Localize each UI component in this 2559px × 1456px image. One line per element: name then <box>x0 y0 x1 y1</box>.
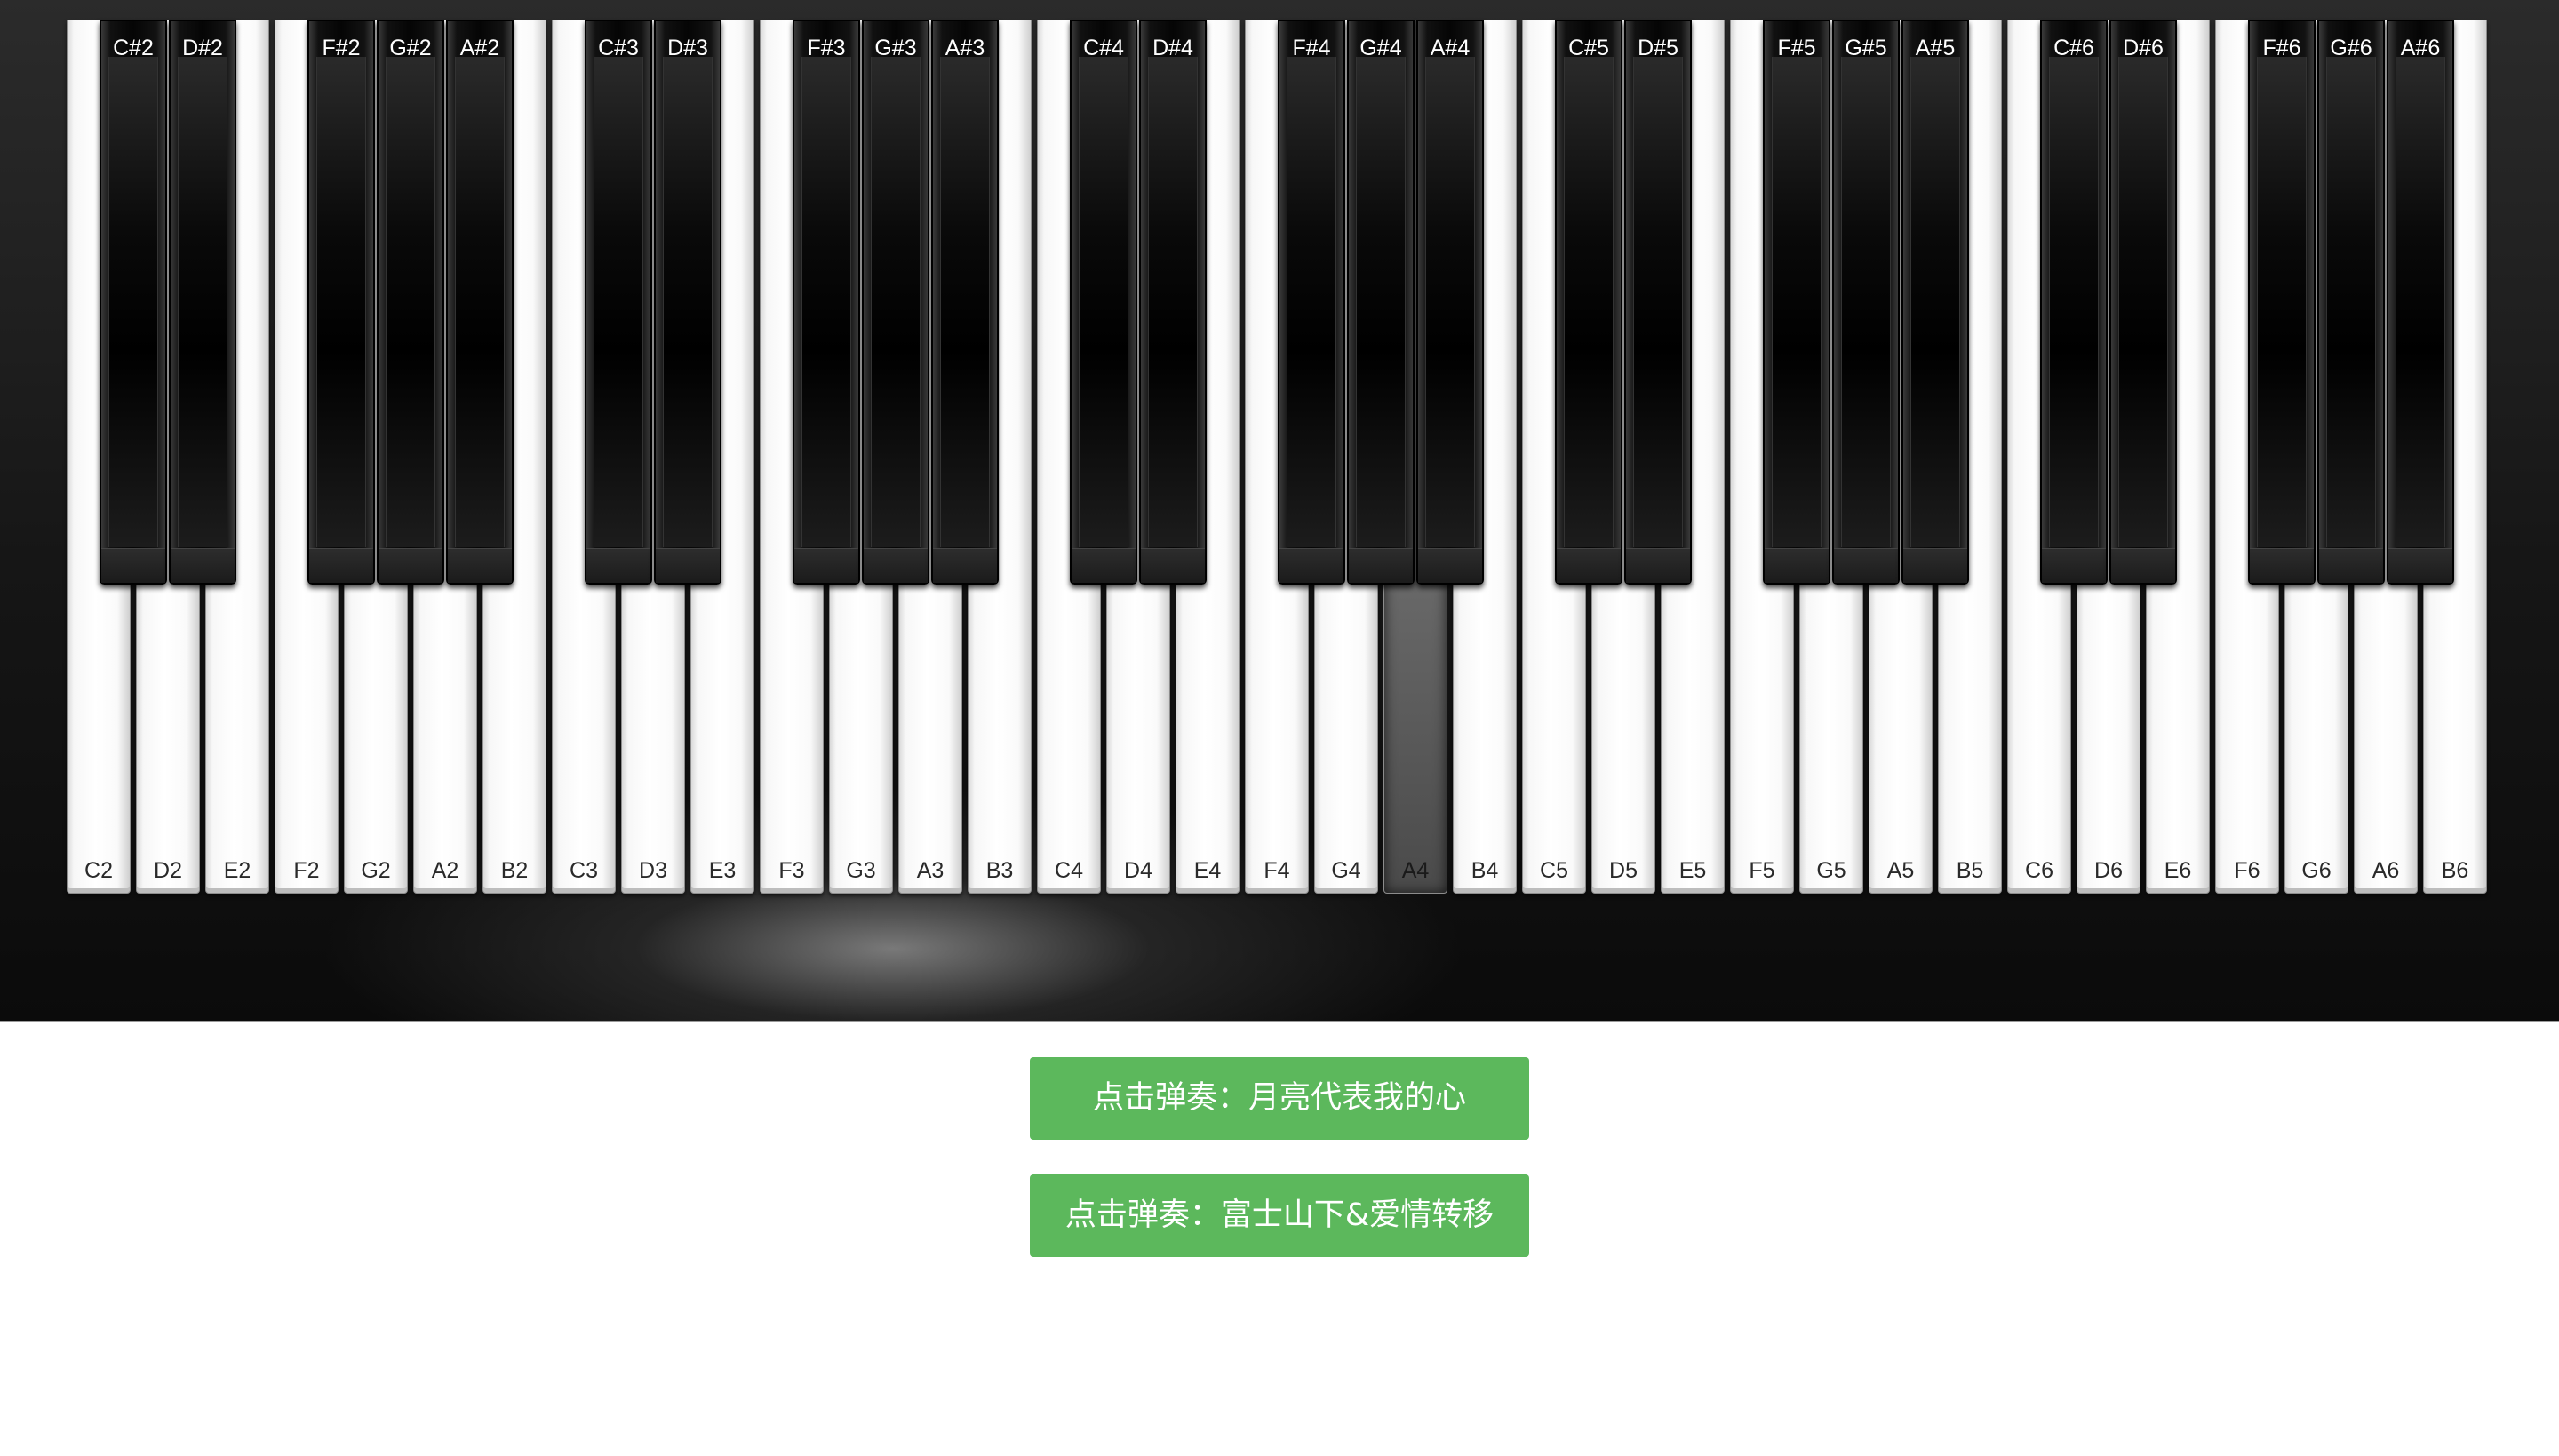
black-key-label: C#6 <box>2053 36 2094 60</box>
black-key-csharp5[interactable]: C#5 <box>1555 20 1622 585</box>
piano-body: C2 D2 E2 F2 G2 A2 B2 C3 D3 E3 F3 G3 A3 B3 C4 D4 E4 F4 G4 A4… <box>0 0 2559 1022</box>
white-key-label: G2 <box>361 858 391 883</box>
white-key-label: C5 <box>1540 858 1568 883</box>
white-key-label: B5 <box>1956 858 1984 883</box>
white-key-label: A3 <box>916 858 945 883</box>
black-key-label: A#6 <box>2400 36 2441 60</box>
white-key-label: E5 <box>1678 858 1707 883</box>
black-key-asharp6[interactable]: A#6 <box>2387 20 2454 585</box>
black-key-asharp5[interactable]: A#5 <box>1901 20 1969 585</box>
black-key-label: C#2 <box>113 36 154 60</box>
black-key-label: C#4 <box>1083 36 1124 60</box>
white-key-label: D5 <box>1609 858 1638 883</box>
black-key-label: F#4 <box>1292 36 1331 60</box>
white-key-label: C3 <box>570 858 598 883</box>
black-key-label: F#2 <box>322 36 361 60</box>
black-key-label: D#4 <box>1152 36 1193 60</box>
black-key-label: A#3 <box>945 36 985 60</box>
black-key-label: A#5 <box>1915 36 1956 60</box>
black-key-label: A#4 <box>1430 36 1471 60</box>
white-key-label: D4 <box>1124 858 1152 883</box>
white-key-label: D6 <box>2094 858 2123 883</box>
white-key-label: G6 <box>2301 858 2332 883</box>
white-key-label: F5 <box>1749 858 1775 883</box>
black-key-fsharp3[interactable]: F#3 <box>793 20 860 585</box>
black-key-fsharp6[interactable]: F#6 <box>2248 20 2316 585</box>
white-key-label: C2 <box>84 858 113 883</box>
white-key-label: A2 <box>431 858 459 883</box>
black-key-label: F#6 <box>2262 36 2301 60</box>
white-key-label: G3 <box>846 858 876 883</box>
black-key-label: F#3 <box>807 36 846 60</box>
black-key-gsharp3[interactable]: G#3 <box>862 20 929 585</box>
black-key-dsharp5[interactable]: D#5 <box>1624 20 1692 585</box>
black-key-gsharp4[interactable]: G#4 <box>1347 20 1415 585</box>
black-key-asharp4[interactable]: A#4 <box>1416 20 1484 585</box>
black-key-label: G#3 <box>874 36 917 60</box>
white-key-label: G4 <box>1331 858 1361 883</box>
black-key-fsharp4[interactable]: F#4 <box>1278 20 1345 585</box>
black-key-dsharp4[interactable]: D#4 <box>1139 20 1207 585</box>
black-key-asharp3[interactable]: A#3 <box>931 20 999 585</box>
black-key-label: D#6 <box>2123 36 2164 60</box>
black-key-label: D#5 <box>1638 36 1678 60</box>
black-key-csharp6[interactable]: C#6 <box>2040 20 2108 585</box>
black-key-csharp3[interactable]: C#3 <box>585 20 652 585</box>
black-key-label: C#5 <box>1568 36 1609 60</box>
black-key-gsharp2[interactable]: G#2 <box>377 20 444 585</box>
white-key-label: E3 <box>708 858 737 883</box>
black-key-csharp4[interactable]: C#4 <box>1070 20 1137 585</box>
black-key-fsharp2[interactable]: F#2 <box>307 20 375 585</box>
white-key-label: A4 <box>1401 858 1430 883</box>
black-key-dsharp6[interactable]: D#6 <box>2109 20 2177 585</box>
piano-keyboard: C2 D2 E2 F2 G2 A2 B2 C3 D3 E3 F3 G3 A3 B3 C4 D4 E4 F4 G4 A4… <box>67 20 2492 894</box>
white-key-label: E2 <box>223 858 251 883</box>
white-key-label: F4 <box>1264 858 1290 883</box>
black-key-label: G#5 <box>1845 36 1887 60</box>
white-key-label: B2 <box>500 858 529 883</box>
white-key-label: A5 <box>1886 858 1915 883</box>
black-key-csharp2[interactable]: C#2 <box>100 20 167 585</box>
black-key-fsharp5[interactable]: F#5 <box>1763 20 1830 585</box>
black-key-label: A#2 <box>459 36 500 60</box>
black-key-dsharp2[interactable]: D#2 <box>169 20 236 585</box>
black-key-gsharp6[interactable]: G#6 <box>2317 20 2385 585</box>
white-key-label: B6 <box>2441 858 2469 883</box>
white-key-label: F2 <box>293 858 320 883</box>
black-key-label: D#3 <box>667 36 708 60</box>
black-key-label: F#5 <box>1777 36 1816 60</box>
white-key-label: A6 <box>2372 858 2400 883</box>
white-key-label: G5 <box>1816 858 1846 883</box>
play-moon-song-button[interactable]: 点击弹奏：月亮代表我的心 <box>1030 1057 1529 1140</box>
black-key-label: G#2 <box>389 36 432 60</box>
white-key-label: E6 <box>2164 858 2192 883</box>
white-key-label: D2 <box>154 858 182 883</box>
white-key-label: B4 <box>1471 858 1499 883</box>
white-key-label: F3 <box>778 858 805 883</box>
white-key-label: E4 <box>1193 858 1222 883</box>
black-key-label: D#2 <box>182 36 223 60</box>
black-key-gsharp5[interactable]: G#5 <box>1832 20 1900 585</box>
white-key-label: B3 <box>985 858 1014 883</box>
white-key-label: D3 <box>639 858 667 883</box>
song-buttons: 点击弹奏：月亮代表我的心 点击弹奏：富士山下&爱情转移 <box>1030 1057 1529 1292</box>
play-fuji-song-button[interactable]: 点击弹奏：富士山下&爱情转移 <box>1030 1174 1529 1257</box>
black-key-label: G#4 <box>1359 36 1402 60</box>
white-key-label: C6 <box>2025 858 2053 883</box>
black-key-dsharp3[interactable]: D#3 <box>654 20 721 585</box>
black-key-label: C#3 <box>598 36 639 60</box>
white-key-label: F6 <box>2234 858 2260 883</box>
black-key-label: G#6 <box>2330 36 2372 60</box>
white-key-label: C4 <box>1055 858 1083 883</box>
black-key-asharp2[interactable]: A#2 <box>446 20 514 585</box>
